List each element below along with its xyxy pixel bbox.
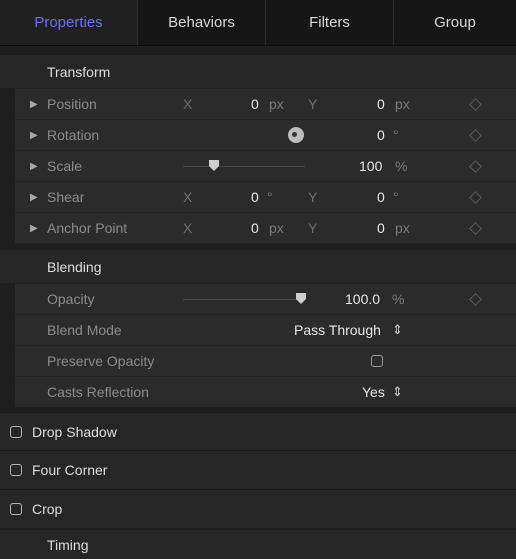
opacity-value[interactable]: 100.0 xyxy=(345,284,380,314)
position-y-unit: px xyxy=(395,96,410,112)
tab-bar: Properties Behaviors Filters Group xyxy=(0,0,516,46)
anchor-y-axis: Y xyxy=(308,220,318,236)
opacity-unit: % xyxy=(392,291,405,307)
four-corner-checkbox[interactable] xyxy=(10,464,22,476)
disclosure-triangle-icon[interactable]: ▶ xyxy=(30,151,38,181)
position-x-value[interactable]: 0 xyxy=(251,89,259,119)
scale-label: Scale xyxy=(47,158,83,174)
shear-y-unit: ° xyxy=(393,189,399,205)
rotation-row: ▶ Rotation 0 ° xyxy=(15,119,516,150)
anchor-point-label: Anchor Point xyxy=(47,220,128,236)
shear-x-axis: X xyxy=(183,189,193,205)
blend-mode-label: Blend Mode xyxy=(47,322,122,338)
position-x-axis: X xyxy=(183,96,193,112)
up-down-chevron-icon[interactable]: ⇕ xyxy=(392,315,403,345)
anchor-x-axis: X xyxy=(183,220,193,236)
blending-section-header[interactable]: Blending xyxy=(0,250,516,283)
disclosure-triangle-icon[interactable]: ▶ xyxy=(30,120,38,150)
opacity-slider-thumb[interactable] xyxy=(296,293,306,304)
rotation-dial-icon[interactable] xyxy=(288,127,304,143)
disclosure-triangle-icon[interactable]: ▶ xyxy=(30,182,38,212)
tab-behaviors[interactable]: Behaviors xyxy=(138,0,266,45)
position-label: Position xyxy=(47,96,97,112)
opacity-label: Opacity xyxy=(47,291,95,307)
up-down-chevron-icon[interactable]: ⇕ xyxy=(392,377,403,407)
timing-title: Timing xyxy=(47,536,89,553)
scale-row: ▶ Scale 100 % xyxy=(15,150,516,181)
scale-slider-track[interactable] xyxy=(183,166,305,167)
scale-value[interactable]: 100 xyxy=(359,151,382,181)
drop-shadow-label: Drop Shadow xyxy=(32,424,117,440)
position-y-axis: Y xyxy=(308,96,318,112)
anchor-point-row: ▶ Anchor Point X 0 px Y 0 px xyxy=(15,212,516,243)
shear-y-value[interactable]: 0 xyxy=(377,182,385,212)
crop-label: Crop xyxy=(32,501,63,517)
transform-title: Transform xyxy=(47,63,111,80)
preserve-opacity-checkbox[interactable] xyxy=(371,355,383,367)
tab-group[interactable]: Group xyxy=(394,0,516,45)
rotation-value[interactable]: 0 xyxy=(377,120,385,150)
shear-row: ▶ Shear X 0 ° Y 0 ° xyxy=(15,181,516,212)
opacity-slider-track[interactable] xyxy=(183,299,305,300)
keyframe-diamond-icon[interactable] xyxy=(469,129,482,142)
tab-filters[interactable]: Filters xyxy=(266,0,394,45)
preserve-opacity-label: Preserve Opacity xyxy=(47,353,155,369)
tab-properties[interactable]: Properties xyxy=(0,0,138,45)
casts-reflection-value[interactable]: Yes xyxy=(362,377,385,407)
scale-unit: % xyxy=(395,158,408,174)
keyframe-diamond-icon[interactable] xyxy=(469,98,482,111)
keyframe-diamond-icon[interactable] xyxy=(469,191,482,204)
keyframe-diamond-icon[interactable] xyxy=(469,293,482,306)
position-y-value[interactable]: 0 xyxy=(377,89,385,119)
disclosure-triangle-icon[interactable]: ▶ xyxy=(30,213,38,243)
position-row: ▶ Position X 0 px Y 0 px xyxy=(15,88,516,119)
casts-reflection-row: Casts Reflection Yes ⇕ xyxy=(15,376,516,407)
four-corner-label: Four Corner xyxy=(32,462,108,478)
blend-mode-value[interactable]: Pass Through xyxy=(294,315,381,345)
anchor-y-unit: px xyxy=(395,220,410,236)
keyframe-diamond-icon[interactable] xyxy=(469,222,482,235)
four-corner-row[interactable]: Four Corner xyxy=(0,450,516,489)
scale-slider-thumb[interactable] xyxy=(209,160,219,171)
disclosure-triangle-icon[interactable]: ▶ xyxy=(30,89,38,119)
rotation-label: Rotation xyxy=(47,127,100,143)
anchor-y-value[interactable]: 0 xyxy=(377,213,385,243)
rotation-unit: ° xyxy=(393,127,399,143)
crop-checkbox[interactable] xyxy=(10,503,22,515)
timing-section-header[interactable]: Timing xyxy=(0,529,516,559)
drop-shadow-row[interactable]: Drop Shadow xyxy=(0,412,516,451)
blend-mode-row: Blend Mode Pass Through ⇕ xyxy=(15,314,516,345)
transform-section-header[interactable]: Transform xyxy=(0,55,516,88)
keyframe-diamond-icon[interactable] xyxy=(469,160,482,173)
shear-x-unit: ° xyxy=(267,189,273,205)
shear-x-value[interactable]: 0 xyxy=(251,182,259,212)
crop-row[interactable]: Crop xyxy=(0,489,516,528)
shear-y-axis: Y xyxy=(308,189,318,205)
position-x-unit: px xyxy=(269,96,284,112)
preserve-opacity-row: Preserve Opacity xyxy=(15,345,516,376)
opacity-row: Opacity 100.0 % xyxy=(15,283,516,314)
anchor-x-value[interactable]: 0 xyxy=(251,213,259,243)
blending-title: Blending xyxy=(47,258,102,275)
drop-shadow-checkbox[interactable] xyxy=(10,426,22,438)
casts-reflection-label: Casts Reflection xyxy=(47,384,149,400)
shear-label: Shear xyxy=(47,189,85,205)
anchor-x-unit: px xyxy=(269,220,284,236)
